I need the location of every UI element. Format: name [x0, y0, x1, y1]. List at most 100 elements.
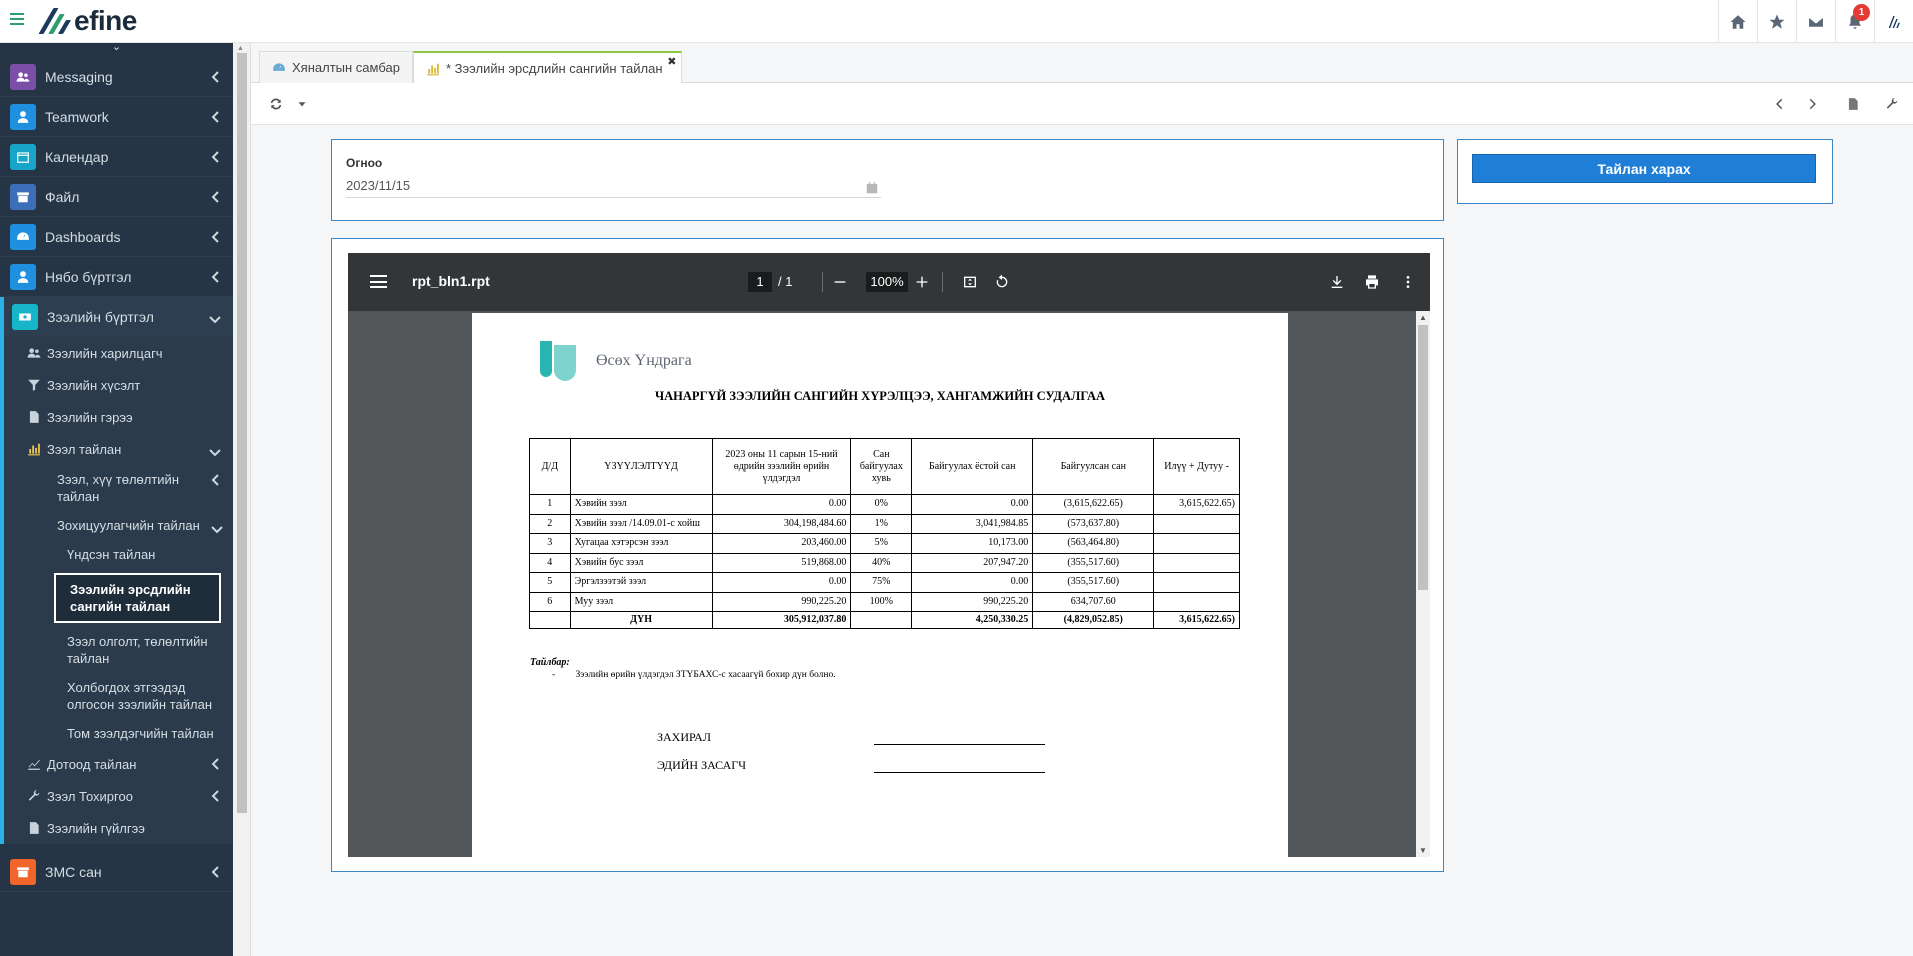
sidebar-item-loan-risk-fund-report[interactable]: Зээлийн эрсдлийн сангийн тайлан [54, 573, 221, 623]
tab-loan-risk-fund-report[interactable]: * Зээлийн эрсдлийн сангийн тайлан ✖ [413, 51, 682, 84]
pdf-toolbar: rpt_bln1.rpt 1 / 1 100% [348, 253, 1430, 311]
pdf-scrollbar[interactable]: ▲ ▼ [1416, 311, 1430, 857]
date-input[interactable]: 2023/11/15 [346, 174, 881, 198]
scroll-down-icon[interactable]: ▼ [1419, 846, 1427, 855]
chevron-left-icon [211, 473, 219, 486]
tab-dashboard[interactable]: Хяналтын самбар [259, 51, 413, 83]
sidebar-item-loan-requests[interactable]: Зээлийн хүсэлт [4, 369, 233, 401]
tab-label: * Зээлийн эрсдлийн сангийн тайлан [446, 61, 663, 76]
column-header: Байгуулсан сан [1032, 438, 1155, 495]
pdf-file-name: rpt_bln1.rpt [412, 273, 490, 289]
sidebar-item-messaging[interactable]: Messaging [0, 57, 233, 97]
sidebar-item-loan-contracts[interactable]: Зээлийн гэрээ [4, 401, 233, 433]
cell: 10,173.00 [911, 533, 1034, 554]
sidebar-item-dashboards[interactable]: Dashboards [0, 217, 233, 257]
sidebar-item-loan-settings[interactable]: Зээл Тохиргоо [4, 780, 233, 812]
cell: 634,707.60 [1032, 591, 1155, 612]
scroll-up-icon[interactable]: ▲ [1419, 313, 1427, 322]
pdf-scrollbar-thumb[interactable] [1418, 325, 1428, 590]
download-button[interactable] [1327, 272, 1347, 292]
table-row: 3 Хугацаа хэтэрсэн зээл 203,460.00 5% 10… [529, 533, 1240, 554]
calendar-icon[interactable] [865, 179, 879, 194]
zoom-in-button[interactable] [912, 272, 932, 292]
fit-page-button[interactable] [960, 272, 980, 292]
sidebar-item-loan-registry[interactable]: Зээлийн бүртгэл [4, 297, 233, 337]
chevron-left-icon [1776, 98, 1783, 110]
sidebar-item-calendar[interactable]: Календар [0, 137, 233, 177]
sidebar-item-loan-clients[interactable]: Зээлийн харилцагч [4, 337, 233, 369]
sidebar-item-related-party-report[interactable]: Холбогдох этгээдэд олгосон зээлийн тайла… [4, 673, 233, 719]
next-button[interactable] [1803, 95, 1821, 113]
rotate-button[interactable] [992, 272, 1012, 292]
cell: 0% [850, 494, 913, 515]
notifications-button[interactable]: 1 [1835, 0, 1874, 43]
column-header: ҮЗҮҮЛЭЛТҮҮД [569, 438, 713, 495]
refresh-button[interactable] [267, 95, 285, 113]
sidebar-item-label: Зээлийн бүртгэл [47, 308, 154, 325]
sidebar-item-loan-reports[interactable]: Зээл тайлан [4, 433, 233, 465]
tab-label: Хяналтын самбар [292, 60, 400, 75]
view-report-button[interactable]: Тайлан харах [1472, 154, 1816, 183]
print-button[interactable] [1362, 272, 1382, 292]
sidebar-item-main-report[interactable]: Үндсэн тайлан [4, 540, 233, 569]
scrollbar-thumb[interactable] [237, 53, 247, 813]
cell [1153, 572, 1240, 593]
menu-toggle-icon[interactable] [10, 13, 24, 27]
sidebar-item-large-borrower-report[interactable]: Том зээлдэгчийн тайлан [4, 719, 233, 748]
user-menu-button[interactable] [1874, 0, 1913, 43]
dashboard-icon [272, 61, 286, 75]
chevron-down-icon [211, 521, 223, 534]
sidebar-item-loan-transactions[interactable]: Зээлийн гүйлгээ [4, 812, 233, 844]
sidebar-item-zms-fund[interactable]: ЗМС сан [0, 852, 233, 892]
messages-button[interactable] [1796, 0, 1835, 43]
app-logo[interactable]: efine [38, 5, 137, 36]
sidebar-collapse-icon[interactable]: ⌄ [0, 43, 233, 57]
home-button[interactable] [1718, 0, 1757, 43]
sidebar-item-label: Холбогдох этгээдэд олгосон зээлийн тайла… [67, 680, 213, 712]
sidebar-item-internal-report[interactable]: Дотоод тайлан [4, 748, 233, 780]
cell: 3,615,622.65) [1153, 611, 1240, 629]
download-icon [1331, 276, 1343, 288]
chevron-right-icon [1809, 98, 1816, 110]
sidebar-item-file[interactable]: Файл [0, 177, 233, 217]
cell [1153, 591, 1240, 612]
close-icon[interactable]: ✖ [667, 55, 676, 68]
chevron-left-icon [211, 71, 219, 83]
favorites-button[interactable] [1757, 0, 1796, 43]
previous-button[interactable] [1771, 95, 1789, 113]
more-options-button[interactable] [1398, 272, 1418, 292]
sidebar-item-disbursement-report[interactable]: Зээл олголт, төлөлтийн тайлан [4, 627, 233, 673]
sidebar-item-regulator-report[interactable]: Зохицуулагчийн тайлан [4, 511, 233, 540]
document-button[interactable] [1844, 95, 1862, 113]
scroll-up-icon[interactable]: ▲ [237, 45, 244, 52]
star-icon [1769, 14, 1785, 29]
archive-icon [10, 183, 36, 210]
sidebar-item-accounting[interactable]: Нябо бүртгэл [0, 257, 233, 297]
report-table: Д/Д ҮЗҮҮЛЭЛТҮҮД 2023 оны 11 сарын 15-ний… [529, 438, 1240, 629]
pdf-page-total: / 1 [778, 274, 793, 289]
zoom-out-button[interactable] [830, 272, 850, 292]
pdf-page-input[interactable]: 1 [748, 272, 772, 292]
cell: Хугацаа хэтэрсэн зээл [569, 533, 713, 554]
settings-button[interactable] [1883, 95, 1901, 113]
column-header: Д/Д [529, 438, 571, 495]
refresh-options-dropdown[interactable] [293, 95, 311, 113]
pdf-zoom-input[interactable]: 100% [866, 272, 908, 292]
sidebar-item-teamwork[interactable]: Teamwork [0, 97, 233, 137]
column-header: 2023 оны 11 сарын 15-ний өдрийн зээлийн … [711, 438, 852, 495]
cell: 2 [529, 513, 571, 534]
pdf-content-area[interactable]: Өсөх Үндрага ЧАНАРГҮЙ ЗЭЭЛИЙН САНГИЙН ХҮ… [348, 311, 1430, 857]
table-row: 1 Хэвийн зээл 0.00 0% 0.00 (3,615,622.65… [529, 494, 1240, 515]
table-row: 6 Муу зээл 990,225.20 100% 990,225.20 63… [529, 591, 1240, 612]
pdf-menu-icon[interactable] [370, 275, 387, 288]
filter-panel: Огноо 2023/11/15 [331, 139, 1444, 221]
cell: Хэвийн зээл [569, 494, 713, 515]
cell: 4 [529, 552, 571, 573]
logo-text: efine [74, 5, 137, 36]
cell: (355,517.60) [1032, 572, 1155, 593]
cell: 1% [850, 513, 913, 534]
cell: 207,947.20 [911, 552, 1034, 573]
sidebar-item-repayment-report[interactable]: Зээл, хүү төлөлтийн тайлан [4, 465, 233, 511]
home-icon [1730, 14, 1746, 29]
sidebar-scrollbar[interactable]: ▲ [233, 43, 251, 956]
